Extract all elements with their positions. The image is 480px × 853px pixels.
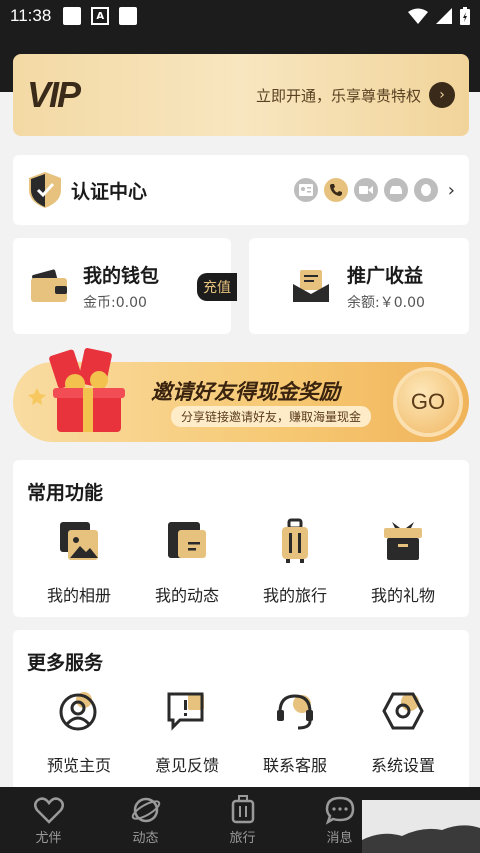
customer-service-label: 联系客服 [262,756,327,775]
invite-banner[interactable]: 邀请好友得现金奖励 分享链接邀请好友，赚取海量现金 GO [13,348,469,442]
tab-travel[interactable]: 旅行 [194,787,291,853]
tab-label: 旅行 [229,830,256,846]
vip-logo: VIP [27,74,81,115]
album-label: 我的相册 [46,586,111,605]
chevron-right-icon[interactable]: › [429,82,455,108]
battery-icon [460,7,470,25]
feedback-icon [167,692,204,731]
settings-label: 系统设置 [370,756,435,775]
status-bar: 11:38 A [0,0,480,32]
common-functions-section: 常用功能 我的相册 我的动态 我的旅行 我的礼物 [13,460,469,617]
headset-icon [277,694,313,730]
qq-icon [413,178,438,202]
preview-profile-label: 预览主页 [46,756,111,775]
vip-promo-text: 立即开通，乐享尊贵特权 [255,86,421,105]
gift-label: 我的礼物 [370,586,435,605]
travel-item[interactable]: 我的旅行 [241,518,349,606]
preview-profile-item[interactable]: 预览主页 [25,688,133,776]
keyboard-icon: A [91,7,110,25]
signal-icon [436,8,452,24]
settings-icon [382,692,424,730]
settings-item[interactable]: 系统设置 [349,688,457,776]
tab-moments[interactable]: 动态 [97,787,194,853]
invite-subtitle: 分享链接邀请好友，赚取海量现金 [171,406,372,427]
gift-box-icon [384,522,422,560]
wallet-card[interactable]: 我的钱包 金币:0.00 充值 [13,238,237,334]
promotion-title: 推广收益 [347,264,424,287]
id-card-icon [293,178,318,202]
certification-title: 认证中心 [71,180,148,203]
gift-item[interactable]: 我的礼物 [349,518,457,606]
section-title: 更多服务 [27,652,104,674]
tab-label: 尤伴 [35,830,62,846]
album-icon [60,522,98,560]
thumbnail-preview-image [362,800,480,853]
customer-service-item[interactable]: 联系客服 [241,688,349,776]
tab-label: 动态 [132,830,159,846]
invite-title: 邀请好友得现金奖励 [151,380,340,404]
moments-icon [168,522,206,558]
shield-check-icon [29,172,61,208]
more-services-section: 更多服务 预览主页 意见反馈 联系客服 系统设置 [13,630,469,790]
phone-icon [323,178,348,202]
tab-label: 消息 [326,830,353,846]
envelope-icon [293,270,329,302]
status-time: 11:38 [10,6,52,25]
notification-icon [119,7,138,25]
feedback-item[interactable]: 意见反馈 [133,688,241,776]
tab-youban[interactable]: 尤伴 [0,787,97,853]
travel-label: 我的旅行 [262,586,327,605]
planet-icon [131,797,160,822]
go-button[interactable]: GO [397,371,459,433]
video-icon [353,178,378,202]
vip-banner[interactable]: VIP 立即开通，乐享尊贵特权 › [13,54,469,136]
wallet-title: 我的钱包 [83,264,160,287]
chat-icon [325,796,354,825]
suitcase-icon [231,794,254,823]
album-item[interactable]: 我的相册 [25,518,133,606]
heart-icon [33,796,64,824]
red-envelope-gift-icon [28,348,125,432]
wifi-icon [408,8,428,24]
luggage-icon [282,518,308,563]
feedback-label: 意见反馈 [154,756,219,775]
promotion-balance: 余额:￥0.00 [347,294,425,311]
section-title: 常用功能 [27,482,104,504]
moments-label: 我的动态 [154,586,219,605]
notification-icon [63,7,82,25]
recharge-button[interactable]: 充值 [197,273,237,301]
wallet-icon [31,269,67,302]
promotion-earnings-card[interactable]: 推广收益 余额:￥0.00 [249,238,469,334]
wallet-balance: 金币:0.00 [83,294,147,311]
car-icon [383,178,408,202]
profile-icon [59,692,97,731]
screenshot-thumbnail[interactable] [362,800,480,853]
chevron-right-icon: › [447,179,455,201]
certification-center[interactable]: 认证中心 › [13,155,469,225]
moments-item[interactable]: 我的动态 [133,518,241,606]
